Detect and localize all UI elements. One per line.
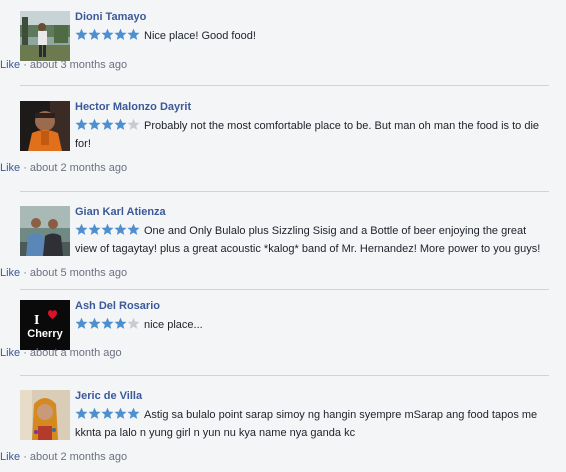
meta-separator: · xyxy=(23,347,27,359)
review-text: Nice place! Good food! xyxy=(144,30,256,42)
review-item: Jeric de Villa Astig sa bulalo point sar… xyxy=(0,390,549,472)
star-filled-icon xyxy=(114,407,127,420)
review-content: Dioni Tamayo Nice place! Good food! xyxy=(75,11,545,46)
review-body: nice place... xyxy=(75,317,545,335)
review-body: One and Only Bulalo plus Sizzling Sisig … xyxy=(75,223,545,257)
star-filled-icon xyxy=(101,407,114,420)
avatar[interactable]: I Cherry xyxy=(20,300,70,350)
star-filled-icon xyxy=(101,223,114,236)
reviewer-name[interactable]: Jeric de Villa xyxy=(75,389,545,403)
star-filled-icon xyxy=(75,28,88,41)
review-body: Probably not the most comfortable place … xyxy=(75,118,545,152)
reviewer-name[interactable]: Gian Karl Atienza xyxy=(75,205,545,219)
star-filled-icon xyxy=(127,223,140,236)
review-text: nice place... xyxy=(144,319,203,331)
star-filled-icon xyxy=(114,118,127,131)
review-content: Gian Karl Atienza One and Only Bulalo pl… xyxy=(75,206,545,257)
meta-separator: · xyxy=(23,162,27,174)
reviewer-name[interactable]: Ash Del Rosario xyxy=(75,299,545,313)
review-timestamp: about 5 months ago xyxy=(29,267,128,279)
review-text: Astig sa bulalo point sarap simoy ng han… xyxy=(75,409,538,439)
star-rating xyxy=(75,223,140,241)
review-item: Gian Karl Atienza One and Only Bulalo pl… xyxy=(0,206,549,290)
meta-separator: · xyxy=(23,59,27,71)
review-meta: Like · about 3 months ago xyxy=(0,58,545,72)
divider xyxy=(20,85,549,86)
review-item: Hector Malonzo Dayrit Probably not the m… xyxy=(0,101,549,192)
review-timestamp: about a month ago xyxy=(29,347,122,359)
logo-word: Cherry xyxy=(27,328,63,340)
review-meta: Like · about 2 months ago xyxy=(0,161,545,175)
like-link[interactable]: Like xyxy=(0,59,20,71)
star-empty-icon xyxy=(127,317,140,330)
star-filled-icon xyxy=(75,407,88,420)
review-content: Hector Malonzo Dayrit Probably not the m… xyxy=(75,101,545,152)
like-link[interactable]: Like xyxy=(0,267,20,279)
avatar[interactable] xyxy=(20,11,70,61)
reviewer-name[interactable]: Hector Malonzo Dayrit xyxy=(75,100,545,114)
star-filled-icon xyxy=(114,28,127,41)
divider xyxy=(20,375,549,376)
reviewer-name[interactable]: Dioni Tamayo xyxy=(75,10,545,24)
star-filled-icon xyxy=(88,317,101,330)
star-rating xyxy=(75,407,140,425)
like-link[interactable]: Like xyxy=(0,162,20,174)
review-text: One and Only Bulalo plus Sizzling Sisig … xyxy=(75,225,541,255)
star-rating xyxy=(75,317,140,335)
star-filled-icon xyxy=(101,118,114,131)
like-link[interactable]: Like xyxy=(0,451,20,463)
star-filled-icon xyxy=(127,28,140,41)
avatar[interactable] xyxy=(20,206,70,256)
avatar[interactable] xyxy=(20,390,70,440)
review-timestamp: about 2 months ago xyxy=(29,451,128,463)
star-filled-icon xyxy=(75,223,88,236)
avatar[interactable] xyxy=(20,101,70,151)
review-item: Dioni Tamayo Nice place! Good food! Like… xyxy=(0,11,549,86)
review-content: Ash Del Rosario nice place... xyxy=(75,300,545,335)
divider xyxy=(20,289,549,290)
review-body: Nice place! Good food! xyxy=(75,28,545,46)
review-meta: Like · about 5 months ago xyxy=(0,266,545,280)
star-filled-icon xyxy=(101,28,114,41)
logo-letter: I xyxy=(34,313,39,328)
star-empty-icon xyxy=(127,118,140,131)
review-content: Jeric de Villa Astig sa bulalo point sar… xyxy=(75,390,545,441)
meta-separator: · xyxy=(23,451,27,463)
review-meta: Like · about 2 months ago xyxy=(0,450,545,464)
star-filled-icon xyxy=(75,317,88,330)
review-meta: Like · about a month ago xyxy=(0,346,545,360)
review-text: Probably not the most comfortable place … xyxy=(75,120,540,150)
meta-separator: · xyxy=(23,267,27,279)
star-rating xyxy=(75,118,140,136)
star-filled-icon xyxy=(114,223,127,236)
star-filled-icon xyxy=(88,28,101,41)
star-filled-icon xyxy=(88,223,101,236)
star-filled-icon xyxy=(127,407,140,420)
review-timestamp: about 2 months ago xyxy=(29,162,128,174)
star-filled-icon xyxy=(75,118,88,131)
review-body: Astig sa bulalo point sarap simoy ng han… xyxy=(75,407,545,441)
star-filled-icon xyxy=(101,317,114,330)
star-filled-icon xyxy=(114,317,127,330)
divider xyxy=(20,191,549,192)
like-link[interactable]: Like xyxy=(0,347,20,359)
review-item: I Cherry Ash Del Rosario nice place... L… xyxy=(0,300,549,376)
review-timestamp: about 3 months ago xyxy=(29,59,128,71)
star-filled-icon xyxy=(88,118,101,131)
star-filled-icon xyxy=(88,407,101,420)
star-rating xyxy=(75,28,140,46)
